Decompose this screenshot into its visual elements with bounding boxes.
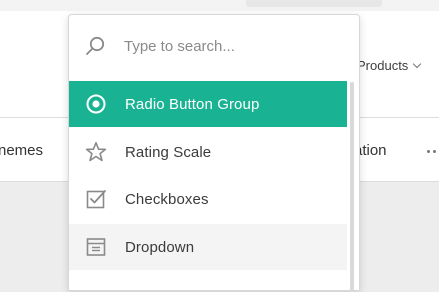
tab-themes[interactable]: nemes — [0, 142, 43, 159]
list-item-dropdown[interactable]: Dropdown — [69, 224, 347, 270]
search-icon — [86, 36, 105, 55]
question-type-dropdown: Radio Button Group Rating Scale Checkbox… — [68, 14, 360, 292]
list-item-label: Checkboxes — [125, 190, 209, 208]
products-menu-label: Products — [357, 58, 409, 73]
top-bar — [0, 0, 439, 11]
search-input[interactable] — [124, 35, 344, 57]
star-icon — [85, 141, 107, 162]
more-icon[interactable] — [427, 150, 439, 153]
list-item-label: Dropdown — [125, 238, 195, 256]
scrollbar[interactable] — [350, 82, 354, 292]
list-item-rating-scale[interactable]: Rating Scale — [69, 129, 347, 175]
list-item-label: Rating Scale — [125, 143, 212, 161]
list-item-checkboxes[interactable]: Checkboxes — [69, 176, 347, 222]
radio-icon — [86, 94, 106, 114]
list-item-label: Radio Button Group — [125, 95, 260, 113]
top-bar-button[interactable] — [246, 0, 382, 7]
list-item-radio-button-group[interactable]: Radio Button Group — [69, 81, 347, 127]
chevron-down-icon — [413, 59, 422, 69]
search-box — [69, 15, 359, 77]
checkbox-icon — [86, 190, 106, 209]
products-menu[interactable]: Products — [357, 58, 422, 73]
dropdown-icon — [86, 238, 106, 256]
